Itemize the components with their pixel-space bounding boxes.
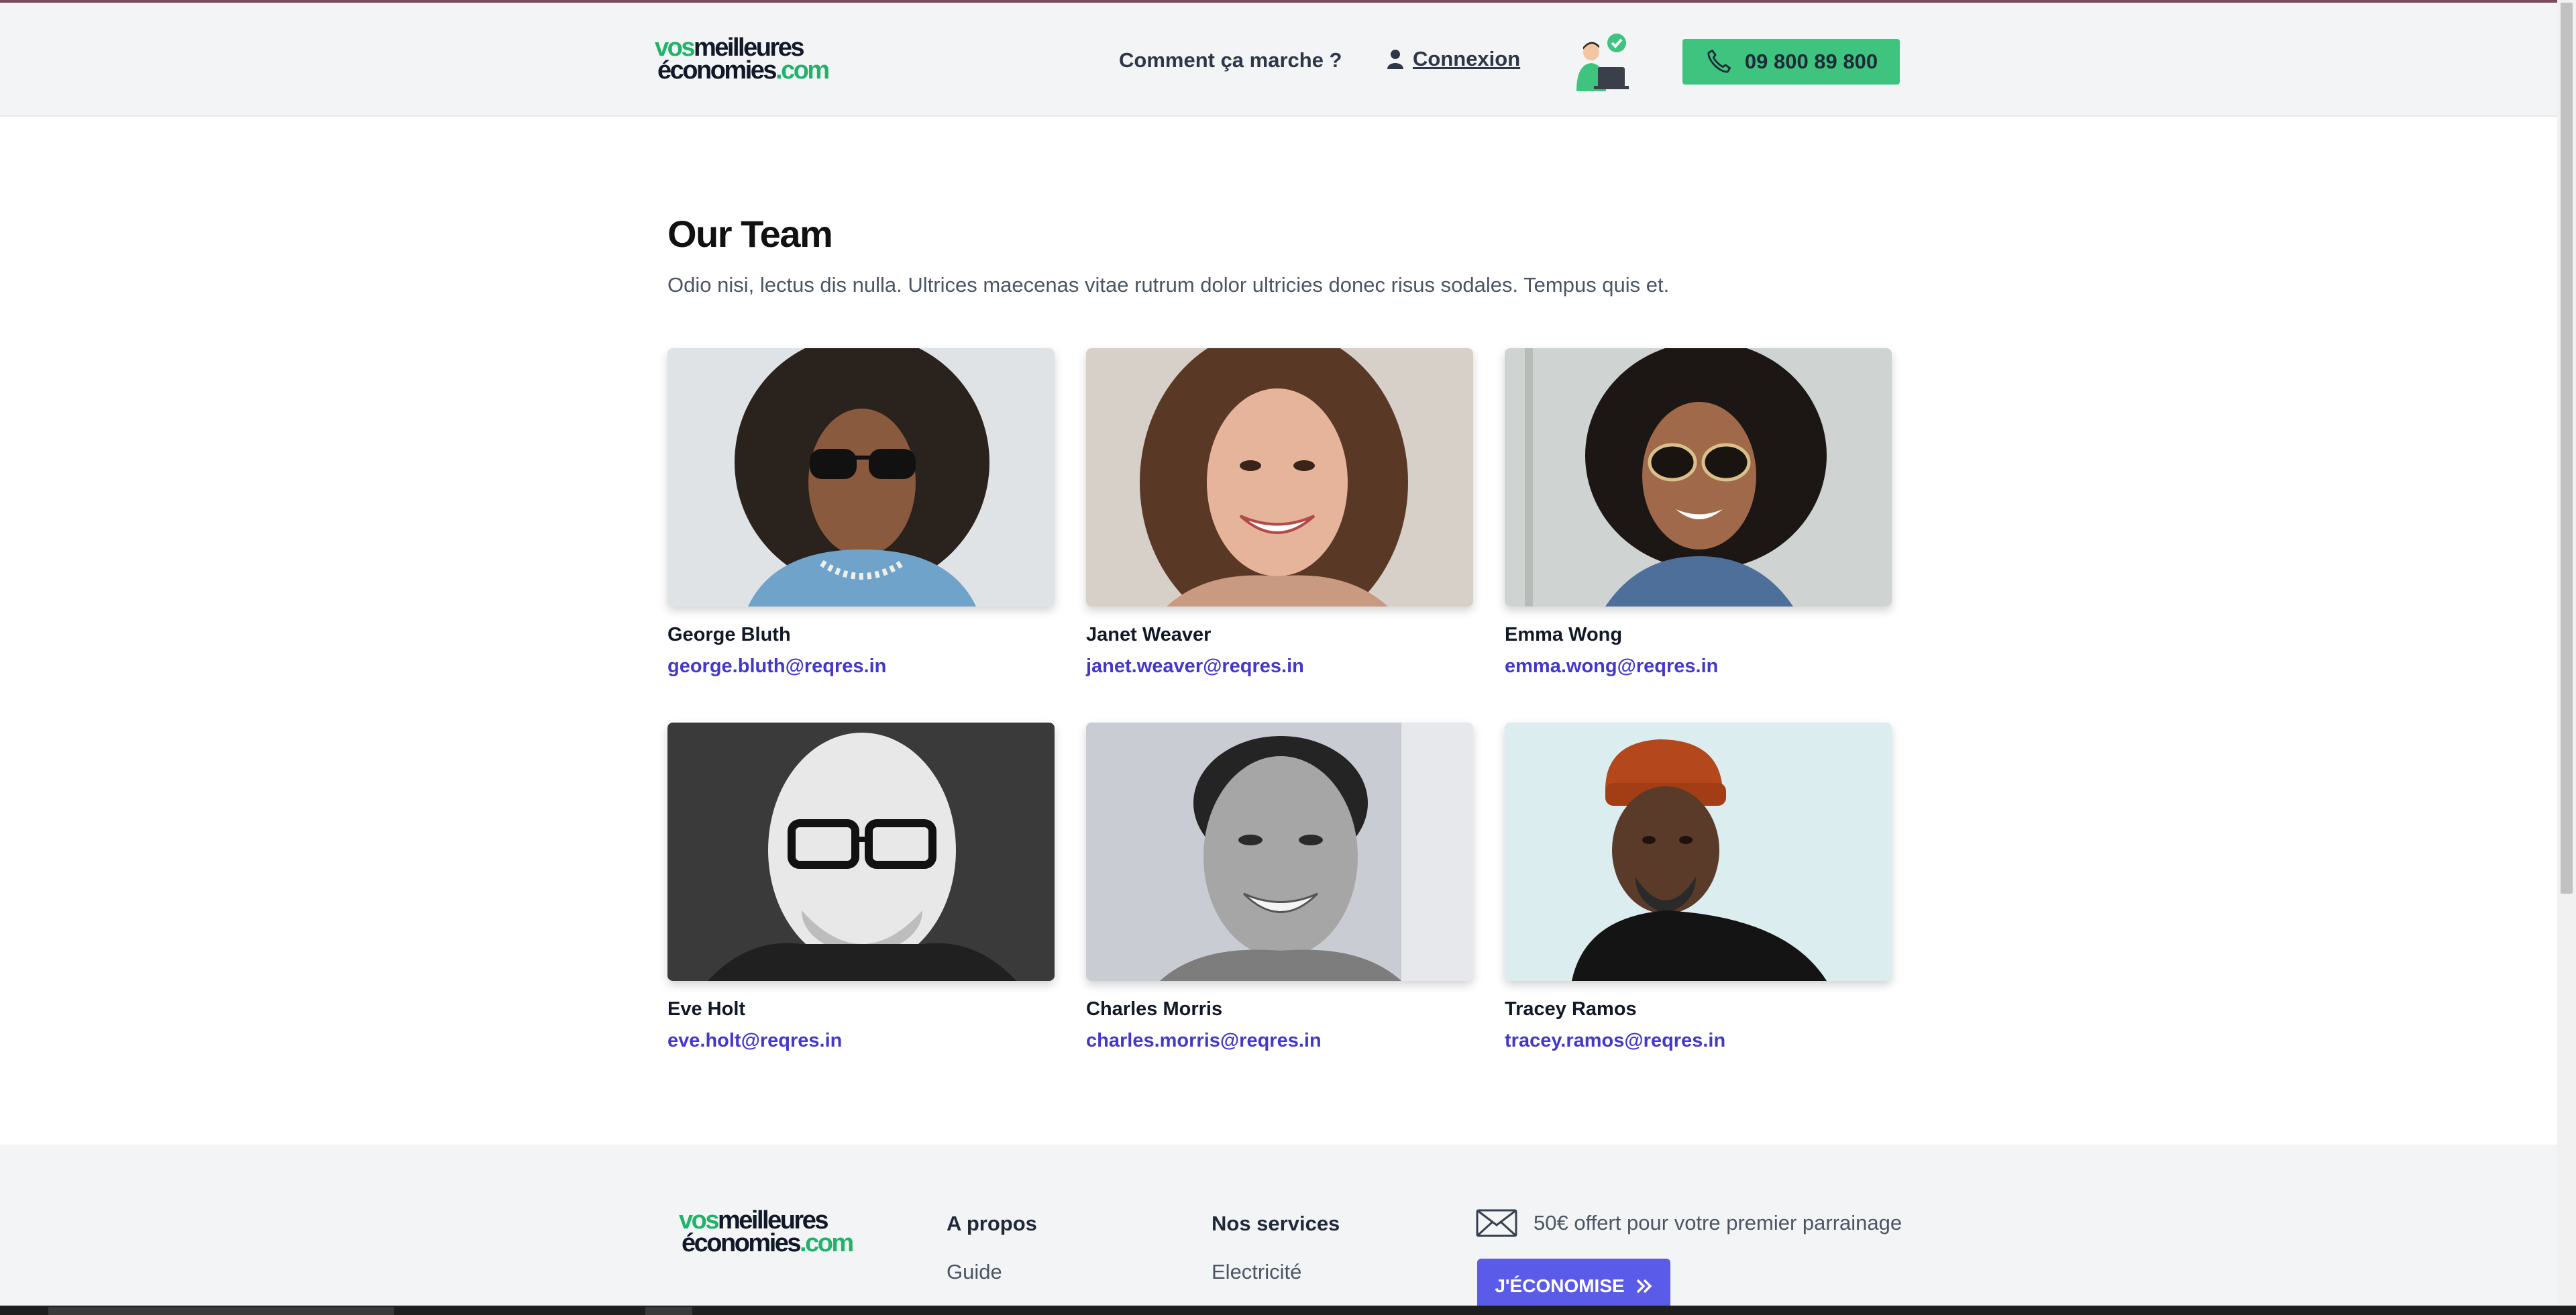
team-card: Tracey Ramos tracey.ramos@reqres.in — [1505, 723, 1892, 1052]
nav-how-it-works[interactable]: Comment ça marche ? — [1119, 48, 1342, 72]
team-member-email[interactable]: eve.holt@reqres.in — [667, 1030, 1055, 1052]
footer-logo[interactable]: vosmeilleures économies.com — [679, 1208, 854, 1257]
team-member-name: Janet Weaver — [1086, 624, 1212, 645]
envelope-icon — [1476, 1209, 1517, 1237]
double-chevron-right-icon — [1636, 1279, 1652, 1294]
site-header: vosmeilleures économies.com Comment ça m… — [0, 3, 2557, 117]
team-card: Emma Wong emma.wong@reqres.in — [1505, 348, 1892, 678]
team-photo — [1505, 348, 1892, 607]
page-scrollbar-thumb[interactable] — [2561, 3, 2573, 894]
footer-referral-promo[interactable]: 50€ offert pour votre premier parrainage — [1476, 1209, 1902, 1237]
team-card: Charles Morris charles.morris@reqres.in — [1086, 723, 1473, 1052]
header-logo[interactable]: vosmeilleures économies.com — [655, 35, 830, 85]
team-member-email[interactable]: emma.wong@reqres.in — [1505, 655, 1892, 678]
taskbar-item[interactable] — [48, 1307, 394, 1315]
team-member-name: Emma Wong — [1505, 624, 1623, 645]
page-title: Our Team — [667, 213, 833, 255]
page: vosmeilleures économies.com Comment ça m… — [0, 0, 2557, 1306]
login-label: Connexion — [1413, 47, 1521, 70]
team-member-email[interactable]: george.bluth@reqres.in — [667, 655, 1055, 678]
logo-text-com: .com — [800, 1229, 854, 1257]
footer-link-guide[interactable]: Guide — [947, 1260, 1002, 1284]
page-subtitle: Odio nisi, lectus dis nulla. Ultrices ma… — [667, 273, 1670, 297]
team-photo — [1086, 348, 1473, 607]
team-photo — [667, 348, 1055, 607]
team-card: George Bluth george.bluth@reqres.in — [667, 348, 1055, 678]
economise-button[interactable]: J'ÉCONOMISE — [1477, 1259, 1670, 1306]
promo-text: 50€ offert pour votre premier parrainage — [1534, 1211, 1902, 1234]
team-card: Janet Weaver janet.weaver@reqres.in — [1086, 348, 1473, 678]
logo-text-com: .com — [775, 56, 830, 85]
team-photo — [1505, 723, 1892, 981]
footer-about-title: A propos — [947, 1212, 1037, 1235]
logo-text-economies: économies — [682, 1229, 802, 1257]
cta-label: J'ÉCONOMISE — [1495, 1275, 1625, 1296]
team-member-name: Tracey Ramos — [1505, 998, 1637, 1020]
footer-link-electricite[interactable]: Electricité — [1212, 1260, 1301, 1284]
team-member-name: George Bluth — [667, 624, 791, 645]
phone-number: 09 800 89 800 — [1744, 50, 1878, 73]
team-member-name: Eve Holt — [667, 998, 746, 1020]
taskbar-item[interactable] — [645, 1307, 692, 1315]
logo-text-economies: économies — [657, 56, 777, 85]
team-card: Eve Holt eve.holt@reqres.in — [667, 723, 1055, 1052]
team-photo — [1086, 723, 1473, 981]
team-member-name: Charles Morris — [1086, 998, 1223, 1020]
team-member-email[interactable]: tracey.ramos@reqres.in — [1505, 1030, 1892, 1052]
team-photo — [667, 723, 1055, 981]
phone-button[interactable]: 09 800 89 800 — [1682, 39, 1900, 85]
team-member-email[interactable]: charles.morris@reqres.in — [1086, 1030, 1473, 1052]
nav-login[interactable]: Connexion — [1387, 47, 1520, 71]
footer-services-title: Nos services — [1212, 1212, 1340, 1235]
site-footer: vosmeilleures économies.com A propos Gui… — [0, 1145, 2557, 1306]
phone-icon — [1707, 49, 1731, 73]
team-member-email[interactable]: janet.weaver@reqres.in — [1086, 655, 1473, 678]
advisor-illustration — [1567, 32, 1640, 94]
user-icon — [1387, 50, 1403, 69]
